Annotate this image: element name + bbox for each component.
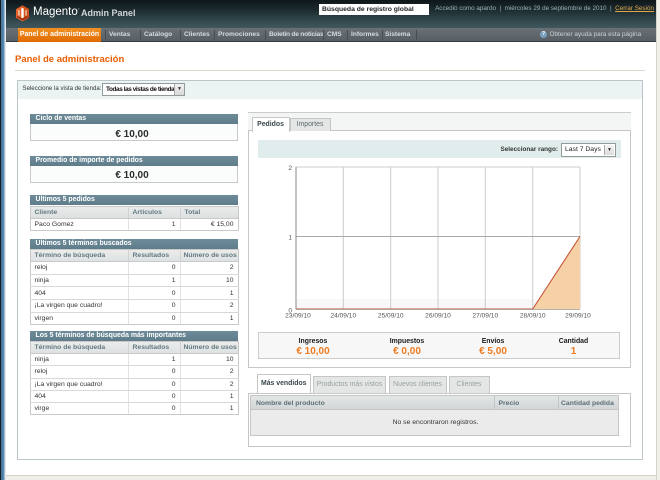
- svg-text:26/09/10: 26/09/10: [425, 313, 451, 320]
- svg-text:2: 2: [288, 165, 292, 172]
- svg-text:25/09/10: 25/09/10: [378, 313, 404, 320]
- svg-text:29/09/10: 29/09/10: [565, 313, 591, 320]
- svg-text:23/09/10: 23/09/10: [285, 313, 311, 320]
- svg-text:27/09/10: 27/09/10: [472, 313, 498, 320]
- svg-text:24/09/10: 24/09/10: [330, 313, 356, 320]
- svg-text:1: 1: [288, 235, 292, 242]
- svg-text:28/09/10: 28/09/10: [520, 313, 546, 320]
